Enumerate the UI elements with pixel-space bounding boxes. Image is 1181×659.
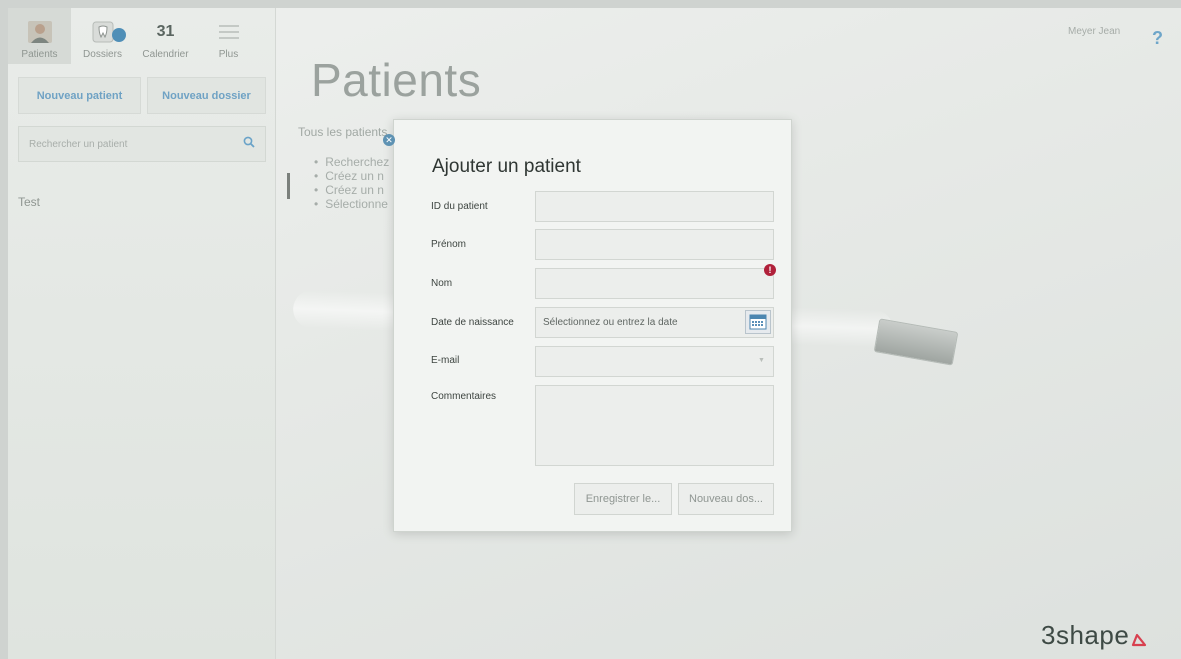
brand-logo: 3shape	[1041, 620, 1147, 654]
patient-id-input[interactable]	[536, 192, 773, 221]
new-dossier-dialog-button[interactable]: Nouveau dos...	[678, 483, 774, 515]
menu-icon	[215, 19, 243, 45]
scrollbar[interactable]	[287, 173, 290, 199]
search-input[interactable]	[29, 138, 243, 150]
birthdate-label: Date de naissance	[431, 317, 514, 328]
patient-avatar-icon	[26, 19, 54, 45]
help-bullets: Recherchez Créez un n Créez un n Sélecti…	[314, 155, 389, 211]
nav-dossiers[interactable]: Dossiers	[71, 8, 134, 64]
nav-calendar[interactable]: 31 Calendrier	[134, 8, 197, 64]
nav-patients[interactable]: Patients	[8, 8, 71, 64]
birthdate-input[interactable]	[536, 308, 773, 337]
calendar-day: 31	[156, 23, 175, 40]
first-name-field	[535, 229, 774, 260]
comments-field	[535, 385, 774, 466]
email-input[interactable]	[536, 347, 773, 376]
new-dossier-button[interactable]: Nouveau dossier	[147, 77, 266, 114]
notification-badge	[112, 28, 126, 42]
sidebar: Patients Dossiers 31 Calendrier Plus Nou…	[8, 8, 276, 659]
chevron-down-icon[interactable]: ▼	[758, 357, 765, 364]
new-patient-button[interactable]: Nouveau patient	[18, 77, 141, 114]
intro-text: Tous les patients	[298, 125, 388, 139]
bullet-item: Créez un n	[314, 183, 389, 197]
top-nav: Patients Dossiers 31 Calendrier Plus	[8, 8, 276, 68]
patient-id-label: ID du patient	[431, 201, 488, 212]
calendar-icon: 31	[152, 19, 180, 45]
nav-label: Dossiers	[83, 49, 122, 60]
comments-textarea[interactable]	[536, 386, 773, 465]
user-name[interactable]: Meyer Jean	[1068, 26, 1120, 37]
nav-label: Plus	[218, 49, 239, 60]
last-name-label: Nom	[431, 278, 453, 289]
calendar-picker-icon[interactable]	[745, 310, 771, 334]
nav-label: Patients	[21, 49, 58, 60]
patient-list-item[interactable]: Test	[18, 195, 40, 209]
search-icon[interactable]	[243, 135, 255, 153]
first-name-label: Prénom	[431, 239, 467, 250]
close-icon[interactable]: ✕	[383, 134, 395, 146]
first-name-input[interactable]	[536, 230, 773, 259]
bullet-item: Sélectionne	[314, 197, 389, 211]
last-name-field	[535, 268, 774, 299]
patient-id-field	[535, 191, 774, 222]
triangle-logo-icon	[1131, 623, 1147, 654]
last-name-input[interactable]	[536, 269, 773, 298]
bullet-item: Recherchez	[314, 155, 389, 169]
nav-label: Calendrier	[142, 49, 189, 60]
email-field	[535, 346, 774, 377]
page-title: Patients	[311, 54, 482, 106]
background-scanner-tip	[873, 318, 959, 366]
save-button[interactable]: Enregistrer le...	[574, 483, 672, 515]
help-icon[interactable]: ?	[1152, 28, 1163, 49]
error-icon: !	[764, 264, 776, 276]
birthdate-field	[535, 307, 774, 338]
dialog-title: Ajouter un patient	[432, 156, 581, 177]
brand-name: 3shape	[1041, 620, 1130, 650]
patient-search	[18, 126, 266, 162]
comments-label: Commentaires	[431, 391, 497, 402]
bullet-item: Créez un n	[314, 169, 389, 183]
nav-more[interactable]: Plus	[197, 8, 260, 64]
email-label: E-mail	[431, 355, 460, 366]
